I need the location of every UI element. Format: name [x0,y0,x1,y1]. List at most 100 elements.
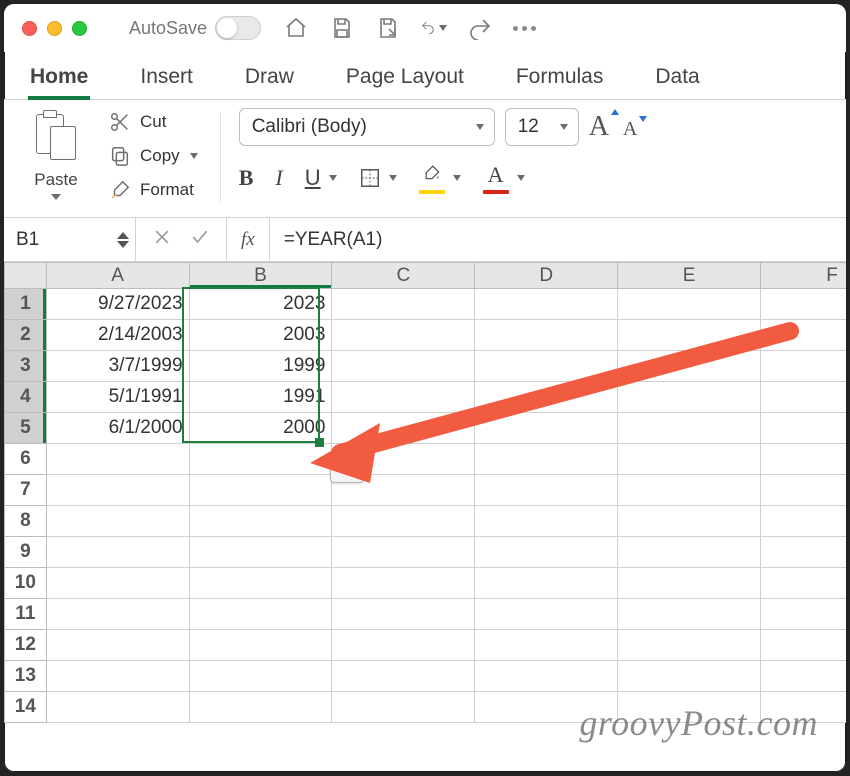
cell-C12[interactable] [332,630,475,661]
cancel-formula-button[interactable] [152,227,172,253]
col-header-B[interactable]: B [189,263,332,289]
cell-F2[interactable] [761,320,846,351]
cell-A13[interactable] [46,661,189,692]
format-painter-button[interactable]: Format [104,176,202,204]
cell-A10[interactable] [46,568,189,599]
row-header-8[interactable]: 8 [5,506,47,537]
name-box-stepper[interactable] [117,232,129,248]
cell-A12[interactable] [46,630,189,661]
tab-formulas[interactable]: Formulas [514,59,606,99]
row-header-4[interactable]: 4 [5,382,47,413]
col-header-E[interactable]: E [618,263,761,289]
cell-B14[interactable] [189,692,332,723]
shrink-font-button[interactable]: A [623,118,637,141]
accept-formula-button[interactable] [190,227,210,253]
col-header-D[interactable]: D [475,263,618,289]
worksheet[interactable]: A B C D E F 19/27/2023202322/14/20032003… [4,262,846,772]
row-header-14[interactable]: 14 [5,692,47,723]
cut-button[interactable]: Cut [104,108,202,136]
cell-E6[interactable] [618,444,761,475]
cell-B4[interactable]: 1991 [189,382,332,413]
cell-D4[interactable] [475,382,618,413]
cell-A6[interactable] [46,444,189,475]
cell-B6[interactable] [189,444,332,475]
cell-B1[interactable]: 2023 [189,289,332,320]
cell-F12[interactable] [761,630,846,661]
cell-E4[interactable] [618,382,761,413]
cell-D13[interactable] [475,661,618,692]
cell-F7[interactable] [761,475,846,506]
tab-draw[interactable]: Draw [243,59,296,99]
cell-E8[interactable] [618,506,761,537]
row-header-11[interactable]: 11 [5,599,47,630]
undo-button[interactable] [421,15,447,41]
row-header-6[interactable]: 6 [5,444,47,475]
tab-page-layout[interactable]: Page Layout [344,59,466,99]
cell-B12[interactable] [189,630,332,661]
name-box[interactable]: B1 [4,218,136,261]
row-header-2[interactable]: 2 [5,320,47,351]
paste-button[interactable]: Paste [18,108,94,217]
grid[interactable]: A B C D E F 19/27/2023202322/14/20032003… [4,262,846,723]
cell-C1[interactable] [332,289,475,320]
home-icon[interactable] [283,15,309,41]
cell-D9[interactable] [475,537,618,568]
cell-A14[interactable] [46,692,189,723]
font-name-select[interactable]: Calibri (Body) [239,108,495,146]
cell-C5[interactable] [332,413,475,444]
insert-function-button[interactable]: fx [227,218,270,261]
cell-D3[interactable] [475,351,618,382]
cell-E2[interactable] [618,320,761,351]
cell-D6[interactable] [475,444,618,475]
cell-D1[interactable] [475,289,618,320]
cell-B10[interactable] [189,568,332,599]
cell-E1[interactable] [618,289,761,320]
cell-F4[interactable] [761,382,846,413]
save-icon[interactable] [329,15,355,41]
cell-B11[interactable] [189,599,332,630]
grow-font-button[interactable]: A [589,111,609,143]
more-commands-button[interactable] [513,26,536,31]
cell-A5[interactable]: 6/1/2000 [46,413,189,444]
cell-F3[interactable] [761,351,846,382]
cell-B8[interactable] [189,506,332,537]
col-header-F[interactable]: F [761,263,846,289]
row-header-3[interactable]: 3 [5,351,47,382]
cell-A9[interactable] [46,537,189,568]
cell-D8[interactable] [475,506,618,537]
chevron-down-icon[interactable] [51,194,61,200]
cell-E13[interactable] [618,661,761,692]
cell-E3[interactable] [618,351,761,382]
bold-button[interactable]: B [239,165,254,191]
fill-color-button[interactable] [419,162,461,194]
autosave-control[interactable]: AutoSave [129,16,261,40]
cell-F11[interactable] [761,599,846,630]
cell-A3[interactable]: 3/7/1999 [46,351,189,382]
font-color-button[interactable]: A [483,162,525,194]
cell-C13[interactable] [332,661,475,692]
tab-home[interactable]: Home [28,59,90,99]
cell-A7[interactable] [46,475,189,506]
row-header-7[interactable]: 7 [5,475,47,506]
autosave-toggle[interactable] [215,16,261,40]
cell-F6[interactable] [761,444,846,475]
formula-input[interactable]: =YEAR(A1) [270,218,846,261]
row-header-12[interactable]: 12 [5,630,47,661]
cell-E9[interactable] [618,537,761,568]
cell-E12[interactable] [618,630,761,661]
cell-A2[interactable]: 2/14/2003 [46,320,189,351]
cell-B2[interactable]: 2003 [189,320,332,351]
row-header-9[interactable]: 9 [5,537,47,568]
select-all-corner[interactable] [5,263,47,289]
cell-D11[interactable] [475,599,618,630]
cell-A1[interactable]: 9/27/2023 [46,289,189,320]
col-header-A[interactable]: A [46,263,189,289]
cell-D10[interactable] [475,568,618,599]
italic-button[interactable]: I [275,165,282,191]
row-header-5[interactable]: 5 [5,413,47,444]
save-as-icon[interactable] [375,15,401,41]
cell-C9[interactable] [332,537,475,568]
row-header-10[interactable]: 10 [5,568,47,599]
cell-D2[interactable] [475,320,618,351]
cell-F13[interactable] [761,661,846,692]
